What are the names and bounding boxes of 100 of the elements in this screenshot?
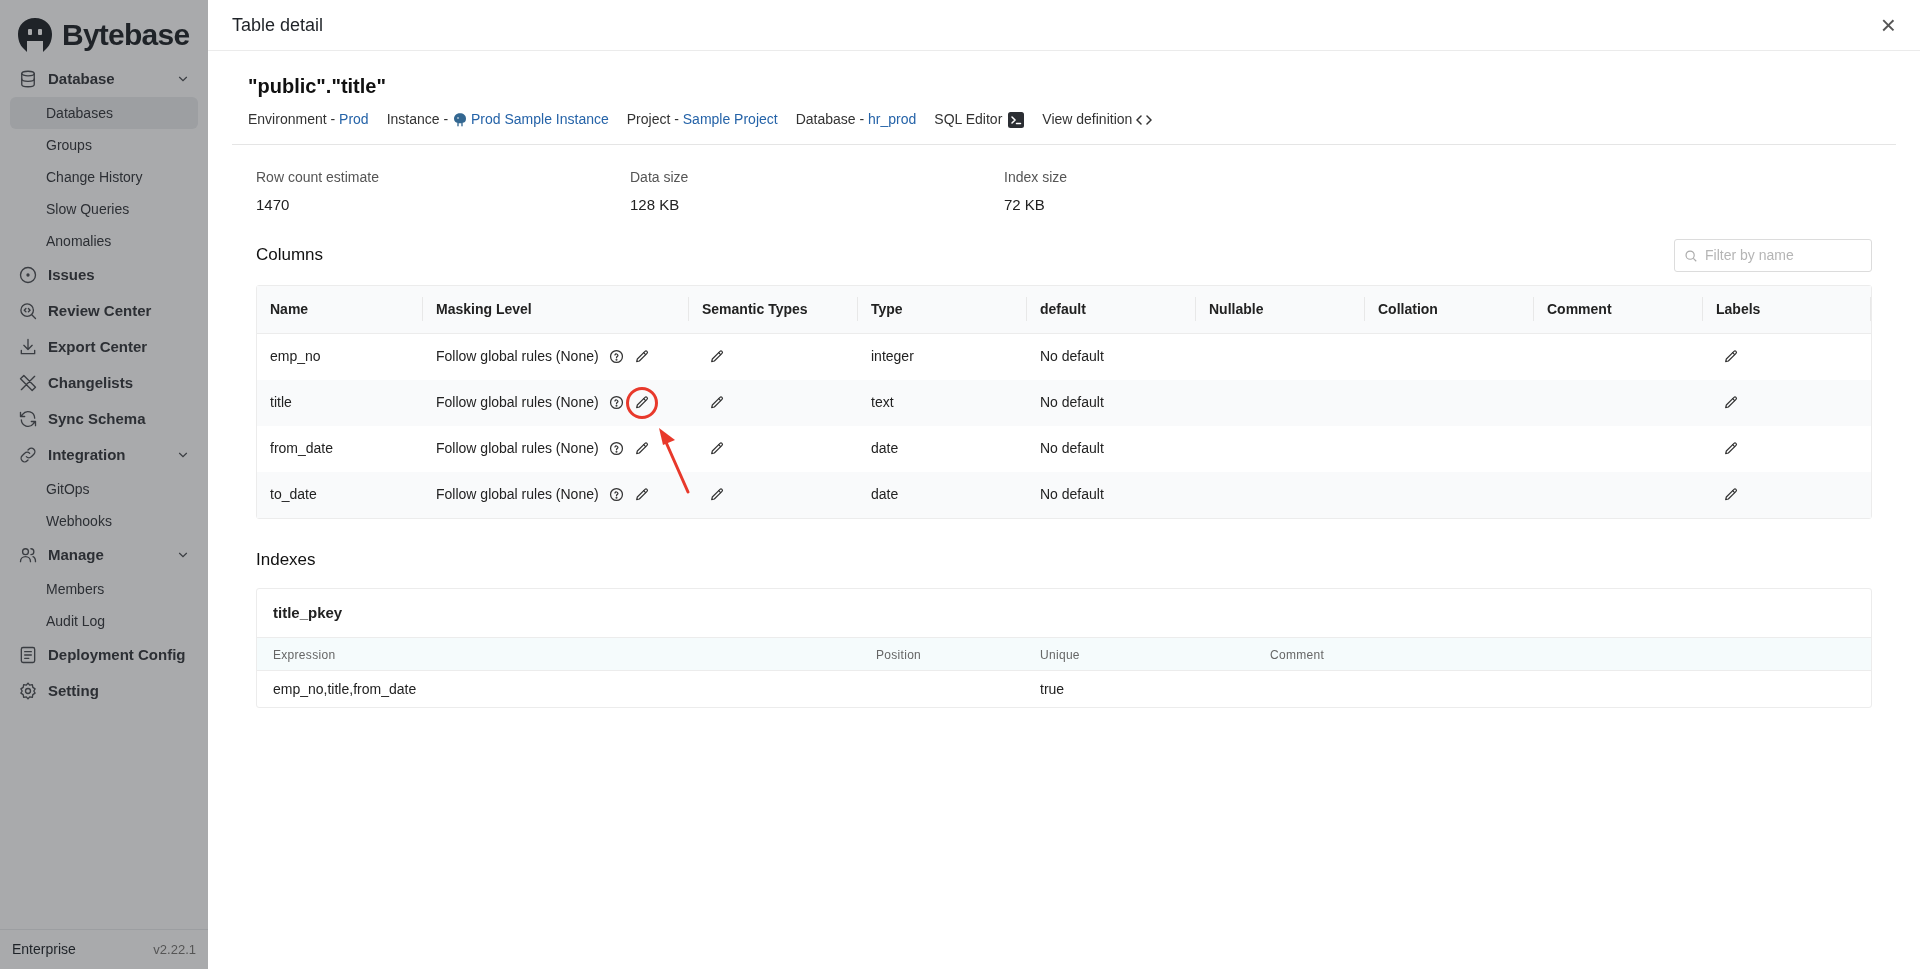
column-header: Position: [876, 648, 922, 662]
meta-label: Database -: [795, 110, 866, 129]
stat-value: 128 KB: [630, 195, 681, 215]
document-list-icon: [18, 645, 38, 665]
users-icon: [18, 545, 38, 565]
column-header: Unique: [1040, 648, 1080, 662]
magnifier-code-icon: [18, 301, 38, 321]
stat-label: Index size: [1004, 168, 1069, 187]
table-cell: title: [270, 394, 292, 410]
nav-subitem[interactable]: Groups: [10, 129, 198, 161]
table-cell: No default: [1040, 348, 1104, 364]
help-icon[interactable]: [608, 487, 624, 502]
nav-subitem[interactable]: Slow Queries: [10, 193, 198, 225]
table-cell-text: Follow global rules (None): [436, 439, 599, 458]
code-icon: [1136, 112, 1153, 127]
meta-link[interactable]: Prod Sample Instance: [471, 109, 609, 130]
table-cell: to_date: [270, 486, 317, 502]
table-cell: emp_no,title,from_date: [273, 680, 417, 697]
view-definition-link[interactable]: View definition: [1042, 109, 1153, 130]
link-icon: [18, 445, 38, 465]
stat-label: Row count estimate: [256, 168, 380, 187]
table-cell: true: [1040, 680, 1065, 697]
table-cell: text: [871, 394, 894, 410]
table-cell: date: [871, 486, 899, 502]
pencil-icon[interactable]: [1723, 348, 1739, 365]
column-header: Comment: [1270, 648, 1325, 662]
nav-subitem[interactable]: Anomalies: [10, 225, 198, 257]
meta-link[interactable]: Prod: [339, 109, 369, 130]
stat-label: Data size: [630, 168, 690, 187]
column-header: Comment: [1547, 299, 1612, 319]
nav-item[interactable]: Review Center: [10, 293, 198, 329]
section-heading: Columns: [256, 244, 324, 267]
nav-subitem[interactable]: Audit Log: [10, 605, 198, 637]
gear-icon: [18, 681, 38, 701]
circle-dot-icon: [18, 265, 38, 285]
pencil-icon[interactable]: [709, 486, 725, 503]
pencil-icon[interactable]: [709, 348, 725, 365]
table-cell: No default: [1040, 440, 1104, 456]
table-cell: date: [871, 440, 899, 456]
sync-icon: [18, 409, 38, 429]
column-header: Nullable: [1209, 299, 1264, 319]
annotation-arrow: [657, 425, 691, 494]
nav-item[interactable]: Integration: [10, 437, 198, 473]
nav-item[interactable]: Deployment Config: [10, 637, 198, 673]
pencil-icon[interactable]: [633, 348, 650, 365]
help-icon[interactable]: [608, 441, 624, 456]
plan-label: Enterprise: [12, 940, 76, 959]
table-cell: from_date: [270, 440, 334, 456]
meta-label: Environment -: [248, 110, 337, 129]
table-name: "public"."title": [248, 74, 387, 99]
search-icon: [1684, 248, 1698, 263]
table-cell: No default: [1040, 486, 1104, 502]
nav-item[interactable]: Export Center: [10, 329, 198, 365]
pencil-icon[interactable]: [633, 394, 650, 411]
pencil-icon[interactable]: [633, 440, 650, 457]
pencil-icon[interactable]: [709, 394, 725, 411]
nav-subitem[interactable]: Databases: [10, 97, 198, 129]
column-header: Masking Level: [436, 299, 532, 319]
logo-icon: [16, 16, 54, 53]
stat-value: 1470: [256, 195, 291, 215]
nav-subitem[interactable]: Webhooks: [10, 505, 198, 537]
nav-item[interactable]: Issues: [10, 257, 198, 293]
database-icon: [18, 69, 38, 89]
pencil-icon[interactable]: [1723, 394, 1739, 411]
meta-label: Instance -: [386, 110, 450, 129]
help-icon[interactable]: [608, 349, 624, 364]
pencil-icon[interactable]: [709, 440, 725, 457]
nav-subitem[interactable]: GitOps: [10, 473, 198, 505]
table-cell: No default: [1040, 394, 1104, 410]
table-cell: integer: [871, 348, 914, 364]
pencil-icon[interactable]: [633, 486, 650, 503]
table-cell-text: Follow global rules (None): [436, 347, 599, 366]
meta-link[interactable]: hr_prod: [868, 109, 917, 130]
column-header: Type: [871, 299, 903, 319]
terminal-icon: [1008, 111, 1025, 128]
close-button[interactable]: ×: [1880, 12, 1896, 38]
index-name: title_pkey: [273, 602, 343, 623]
drawer-title: Table detail: [232, 13, 324, 37]
version-label: v2.22.1: [153, 940, 196, 959]
nav-subitem[interactable]: Change History: [10, 161, 198, 193]
column-header: Labels: [1716, 299, 1761, 319]
meta-link[interactable]: Sample Project: [682, 109, 778, 130]
nav-item[interactable]: Manage: [10, 537, 198, 573]
table-cell: emp_no: [270, 348, 321, 364]
nav-subitem[interactable]: Members: [10, 573, 198, 605]
column-header: Semantic Types: [702, 299, 808, 319]
column-header: Name: [270, 299, 309, 319]
sql-editor-link[interactable]: SQL Editor: [934, 109, 1025, 130]
filter-field[interactable]: Filter by name: [1674, 238, 1872, 272]
nav-item[interactable]: Changelists: [10, 365, 198, 401]
nav-item[interactable]: Setting: [10, 673, 198, 709]
help-icon[interactable]: [608, 395, 624, 410]
nav-item[interactable]: Sync Schema: [10, 401, 198, 437]
meta-label: Project -: [626, 110, 680, 129]
download-icon: [18, 337, 38, 357]
nav-item[interactable]: Database: [10, 61, 198, 97]
pencil-icon[interactable]: [1723, 440, 1739, 457]
elephant-icon: [452, 111, 468, 128]
pencil-icon[interactable]: [1723, 486, 1739, 503]
brand-name: Bytebase: [62, 17, 190, 53]
